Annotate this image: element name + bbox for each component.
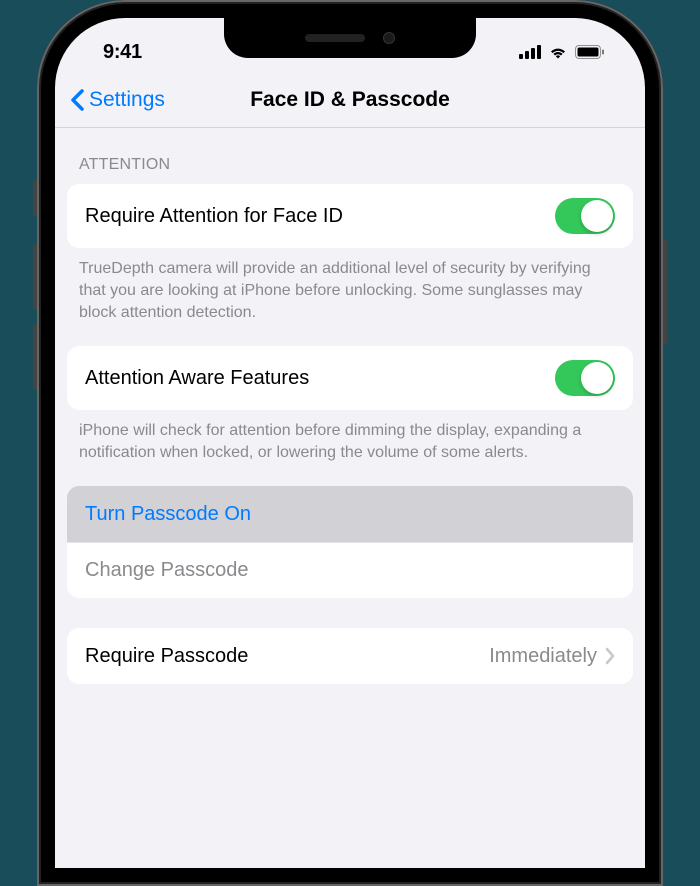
require-attention-row[interactable]: Require Attention for Face ID bbox=[67, 184, 633, 248]
chevron-right-icon bbox=[605, 647, 615, 665]
battery-icon bbox=[575, 45, 605, 59]
turn-passcode-on-label: Turn Passcode On bbox=[85, 503, 251, 526]
notch-speaker bbox=[305, 34, 365, 42]
notch-camera bbox=[383, 32, 395, 44]
screen: 9:41 bbox=[55, 18, 645, 868]
require-attention-footer: TrueDepth camera will provide an additio… bbox=[55, 248, 645, 346]
chevron-left-icon bbox=[69, 88, 85, 112]
require-attention-toggle[interactable] bbox=[555, 198, 615, 234]
phone-side-buttons-left bbox=[33, 180, 37, 390]
cell-group-require-attention: Require Attention for Face ID bbox=[67, 184, 633, 248]
cellular-icon bbox=[519, 45, 541, 59]
notch bbox=[224, 18, 476, 58]
content[interactable]: ATTENTION Require Attention for Face ID … bbox=[55, 128, 645, 684]
aware-features-label: Attention Aware Features bbox=[85, 367, 309, 390]
require-passcode-detail: Immediately bbox=[489, 645, 615, 668]
back-button[interactable]: Settings bbox=[69, 88, 165, 112]
aware-features-footer: iPhone will check for attention before d… bbox=[55, 410, 645, 486]
require-passcode-label: Require Passcode bbox=[85, 645, 248, 668]
back-label: Settings bbox=[89, 88, 165, 112]
require-passcode-row[interactable]: Require Passcode Immediately bbox=[67, 628, 633, 684]
require-attention-label: Require Attention for Face ID bbox=[85, 205, 343, 228]
nav-bar: Settings Face ID & Passcode bbox=[55, 72, 645, 128]
change-passcode-row[interactable]: Change Passcode bbox=[67, 542, 633, 598]
toggle-knob bbox=[581, 200, 613, 232]
section-header-attention: ATTENTION bbox=[55, 128, 645, 184]
turn-passcode-on-row[interactable]: Turn Passcode On bbox=[67, 486, 633, 542]
phone-frame: 9:41 bbox=[37, 0, 663, 886]
status-icons bbox=[519, 45, 605, 59]
aware-features-toggle[interactable] bbox=[555, 360, 615, 396]
cell-group-aware-features: Attention Aware Features bbox=[67, 346, 633, 410]
wifi-icon bbox=[548, 45, 568, 59]
cell-group-passcode: Turn Passcode On Change Passcode bbox=[67, 486, 633, 598]
page-title: Face ID & Passcode bbox=[250, 88, 450, 112]
change-passcode-label: Change Passcode bbox=[85, 559, 248, 582]
status-time: 9:41 bbox=[103, 41, 142, 64]
phone-side-buttons-right bbox=[663, 240, 667, 344]
cell-group-require-passcode: Require Passcode Immediately bbox=[67, 628, 633, 684]
require-passcode-value: Immediately bbox=[489, 645, 597, 668]
toggle-knob bbox=[581, 362, 613, 394]
aware-features-row[interactable]: Attention Aware Features bbox=[67, 346, 633, 410]
